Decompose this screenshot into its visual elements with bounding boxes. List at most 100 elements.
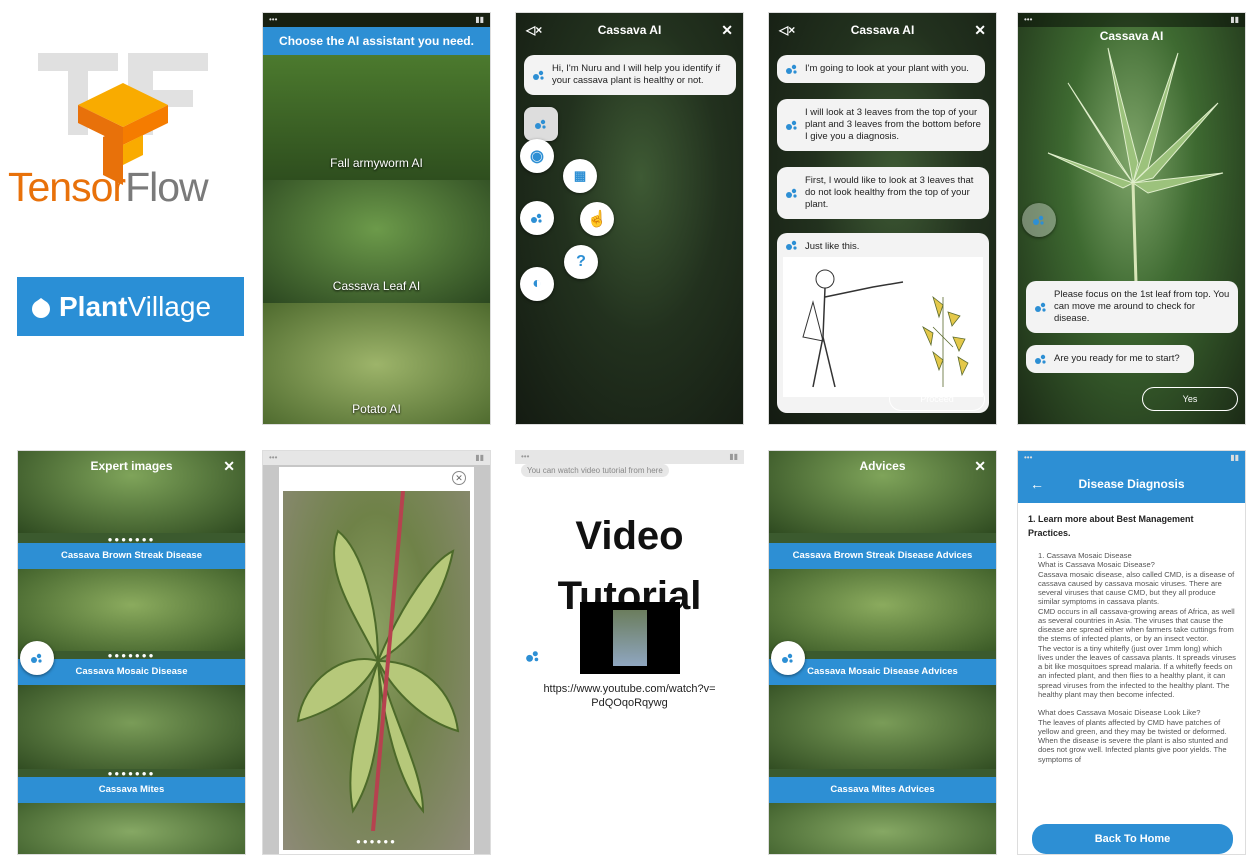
top-bar: Advices ✕ <box>769 453 996 479</box>
chat-text: Just like this. <box>805 241 860 252</box>
leaf-photo <box>769 559 996 651</box>
back-arrow-icon[interactable]: ← <box>1030 465 1044 503</box>
status-bar: •••▮▮ <box>263 13 490 27</box>
tf-part1: Tensor <box>8 164 126 210</box>
mute-icon[interactable]: ◁× <box>526 23 542 37</box>
disease-diagnosis-screen: ••• ▮▮ ← Disease Diagnosis 1. Learn more … <box>1017 450 1246 855</box>
nuru-bubble-icon[interactable] <box>1022 203 1056 237</box>
expert-image-viewer: ••• ▮▮ ✕ ●●●●●● <box>262 450 491 855</box>
proceed-button[interactable]: Proceed <box>889 387 985 411</box>
top-bar: ◁× Cassava AI ✕ <box>516 13 743 47</box>
assistant-chooser-screen: ••• ▮▮ Choose the AI assistant you need. … <box>262 12 491 425</box>
cassava-ai-instructions-screen: ◁× Cassava AI ✕ I'm going to look at you… <box>768 12 997 425</box>
nuru-icon <box>786 64 797 74</box>
nuru-bubble-icon[interactable] <box>520 201 554 235</box>
close-icon[interactable]: ✕ <box>721 22 733 39</box>
expert-images-screen: •••▮▮ Expert images ✕ ●●●●●●● Cassava Br… <box>17 450 246 855</box>
pv-part1: Plant <box>59 290 128 322</box>
chooser-header: Choose the AI assistant you need. <box>263 27 490 55</box>
nuru-icon <box>786 240 797 250</box>
back-to-home-button[interactable]: Back To Home <box>1032 824 1233 854</box>
help-icon[interactable]: ? <box>564 245 598 279</box>
tensorflow-wordmark: TensorFlow <box>8 164 209 211</box>
category-band[interactable]: Cassava Mites Advices <box>769 777 996 803</box>
cassava-leaf-photo-icon <box>1047 47 1224 283</box>
tile-label: Fall armyworm AI <box>330 156 423 170</box>
mute-icon[interactable]: ◁× <box>779 23 795 37</box>
chat-bubble: Just like this. <box>777 233 989 257</box>
image-card: ✕ ●●●●●● <box>279 467 474 854</box>
leaf-photo <box>18 795 245 854</box>
top-bar: ◁× Cassava AI ✕ <box>769 13 996 47</box>
tf-part2: Flow <box>125 164 209 210</box>
nuru-bubble-icon[interactable] <box>20 641 54 675</box>
gallery-icon[interactable]: ▦ <box>563 159 597 193</box>
chat-icon[interactable]: ◐ <box>520 267 554 301</box>
close-icon[interactable]: ✕ <box>974 22 986 39</box>
video-tutorial-screen: ••• ▮▮ You can watch video tutorial from … <box>515 450 744 855</box>
assistant-toggle-button[interactable] <box>524 107 558 141</box>
pager-dots: ●●●●●● <box>356 837 397 846</box>
pv-part2: Village <box>127 290 212 322</box>
tomato-icon <box>32 297 50 318</box>
cassava-ai-menu-screen: ◁× Cassava AI ✕ Hi, I'm Nuru and I will … <box>515 12 744 425</box>
yes-button[interactable]: Yes <box>1142 387 1238 411</box>
touch-icon[interactable]: ☝ <box>580 202 614 236</box>
tile-label: Cassava Leaf AI <box>332 279 421 293</box>
top-bar: Expert images ✕ <box>18 453 245 479</box>
tile-fall-armyworm[interactable]: Fall armyworm AI <box>263 55 490 180</box>
advices-screen: •••▮▮ Advices ✕ Cassava Brown Streak Dis… <box>768 450 997 855</box>
nuru-icon[interactable] <box>525 648 541 664</box>
leaf-photo <box>769 795 996 854</box>
example-card: Just like this. <box>777 233 989 413</box>
screenshot-collage: TensorFlow PlantVillage ••• ▮▮ Choose the… <box>0 0 1246 855</box>
video-url[interactable]: https://www.youtube.com/watch?v= PdQOqoR… <box>515 682 744 711</box>
leaf-photo <box>18 559 245 651</box>
chat-text: Please focus on the 1st leaf from top. Y… <box>1054 289 1230 324</box>
category-band[interactable]: Cassava Brown Streak Disease <box>18 543 245 569</box>
chat-text: First, I would like to look at 3 leaves … <box>805 175 974 210</box>
video-thumbnail[interactable] <box>580 602 680 674</box>
close-circle-icon[interactable]: ✕ <box>452 471 466 485</box>
leaf-photo <box>769 677 996 769</box>
category-band[interactable]: Cassava Mites <box>18 777 245 803</box>
close-icon[interactable]: ✕ <box>974 458 986 475</box>
tile-potato[interactable]: Potato AI <box>263 303 490 424</box>
section-heading: 1. Learn more about Best Management Prac… <box>1028 514 1194 538</box>
tile-label: Potato AI <box>352 402 401 416</box>
nuru-icon <box>786 120 797 130</box>
screen-title: Advices <box>859 459 906 473</box>
screen-title: Cassava AI <box>1099 29 1164 43</box>
close-icon[interactable]: ✕ <box>223 458 235 475</box>
screen-title: Expert images <box>90 459 173 473</box>
tutorial-note: You can watch video tutorial from here <box>521 464 669 477</box>
screen-title: Cassava AI <box>850 23 915 37</box>
status-bar: •••▮▮ <box>1018 451 1245 465</box>
cassava-ai-camera-screen: ••• ▮▮ Cassava AI Please focus on the 1st… <box>1017 12 1246 425</box>
chat-text: I'm going to look at your plant with you… <box>805 63 969 74</box>
chat-text: I will look at 3 leaves from the top of … <box>805 107 981 142</box>
nuru-icon <box>786 188 797 198</box>
nuru-icon <box>533 70 544 80</box>
plantvillage-logo: PlantVillage <box>17 277 244 336</box>
twisted-leaf-icon <box>296 490 460 832</box>
video-title-line1: Video <box>575 514 684 558</box>
chat-bubble: Are you ready for me to start? <box>1026 345 1194 373</box>
eye-icon[interactable]: ◉ <box>520 139 554 173</box>
status-bar: •••▮▮ <box>515 450 744 464</box>
chat-bubble: I'm going to look at your plant with you… <box>777 55 985 83</box>
header-bar: ← Disease Diagnosis <box>1018 465 1245 503</box>
chat-bubble: First, I would like to look at 3 leaves … <box>777 167 989 219</box>
chat-bubble: Hi, I'm Nuru and I will help you identif… <box>524 55 736 95</box>
mosaic-leaf-photo <box>283 490 470 850</box>
tile-cassava-leaf[interactable]: Cassava Leaf AI <box>263 180 490 303</box>
article-body: 1. Cassava Mosaic Disease What is Cassav… <box>1038 551 1236 764</box>
chat-text: Are you ready for me to start? <box>1054 353 1180 364</box>
leaf-photo <box>18 677 245 769</box>
category-band[interactable]: Cassava Brown Streak Disease Advices <box>769 543 996 569</box>
nuru-icon <box>1035 354 1046 364</box>
screen-title: Cassava AI <box>597 23 662 37</box>
nuru-bubble-icon[interactable] <box>771 641 805 675</box>
chat-bubble: I will look at 3 leaves from the top of … <box>777 99 989 151</box>
status-bar: •••▮▮ <box>263 451 490 465</box>
